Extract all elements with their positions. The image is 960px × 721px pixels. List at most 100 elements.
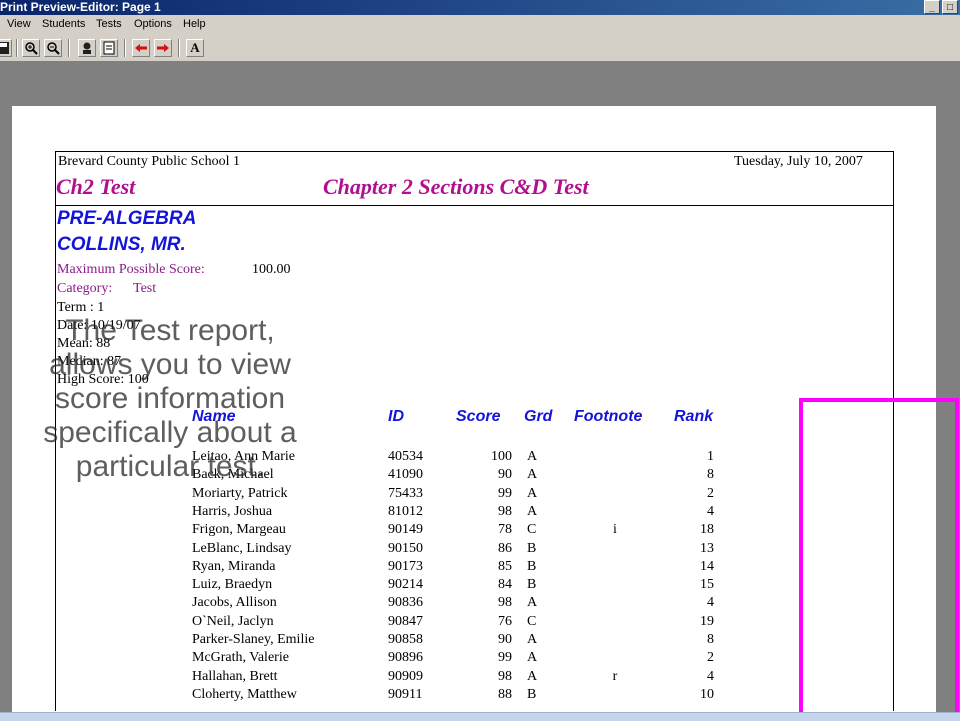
score: 99 — [498, 650, 512, 666]
student-id: 41090 — [388, 467, 423, 483]
grade: C — [527, 522, 537, 538]
grade: A — [527, 485, 538, 501]
score: 98 — [498, 503, 512, 519]
student-id: 81012 — [388, 503, 423, 519]
student-name: McGrath, Valerie — [192, 650, 289, 666]
grade: A — [527, 503, 538, 519]
student-id: 40534 — [388, 449, 423, 464]
student-name: Harris, Joshua — [192, 503, 273, 519]
column-header-rank: Rank — [674, 408, 714, 425]
score: 86 — [498, 540, 512, 556]
score: 90 — [498, 467, 512, 483]
toolbar-separator — [124, 39, 126, 57]
page-icon — [103, 41, 115, 55]
school-name: Brevard County Public School 1 — [58, 154, 240, 169]
zoom-in-button[interactable] — [22, 39, 40, 57]
page-button[interactable] — [100, 39, 118, 57]
student-name: Parker-Slaney, Emilie — [192, 632, 315, 647]
student-name: Cloherty, Matthew — [192, 686, 297, 702]
grade: A — [527, 595, 538, 611]
column-header-footnote: Footnote — [574, 408, 643, 425]
rank: 18 — [700, 522, 714, 538]
arrow-left-icon — [135, 44, 147, 52]
score: 84 — [498, 577, 512, 593]
score: 90 — [498, 632, 512, 647]
rank: 2 — [707, 650, 714, 666]
student-id: 90836 — [388, 595, 423, 611]
highlight-box — [799, 398, 959, 720]
student-id: 75433 — [388, 485, 423, 501]
zoom-out-button[interactable] — [44, 39, 62, 57]
previous-page-button[interactable] — [132, 39, 150, 57]
rank: 15 — [700, 577, 714, 593]
score: 98 — [498, 595, 512, 611]
score: 100 — [491, 449, 512, 464]
test-code: Ch2 Test — [56, 174, 136, 199]
score: 98 — [498, 668, 512, 684]
window-title: Print Preview-Editor: Page 1 — [0, 0, 161, 14]
student-name: Moriarty, Patrick — [192, 485, 288, 501]
student-id: 90909 — [388, 668, 423, 684]
grade: A — [527, 668, 538, 684]
menu-bar: View Students Tests Options Help — [0, 15, 960, 35]
zoom-out-icon — [47, 42, 60, 55]
score: 78 — [498, 522, 512, 538]
category-label: Category: — [57, 281, 113, 296]
toolbar-separator — [16, 39, 18, 57]
student-name: Frigon, Margeau — [192, 522, 286, 538]
category-value: Test — [133, 281, 157, 296]
score: 99 — [498, 485, 512, 501]
rank: 2 — [707, 485, 714, 501]
rank: 14 — [700, 558, 714, 574]
test-title: Chapter 2 Sections C&D Test — [323, 174, 589, 199]
max-score-label: Maximum Possible Score: — [57, 262, 205, 277]
column-header-grd: Grd — [524, 408, 553, 425]
menu-view[interactable]: View — [7, 18, 31, 30]
save-icon — [0, 42, 9, 54]
maximize-button[interactable]: □ — [942, 0, 958, 14]
menu-tests[interactable]: Tests — [96, 18, 122, 30]
rank: 8 — [707, 467, 714, 483]
zoom-in-icon — [25, 42, 38, 55]
annotation-text: The Test report, allows you to view scor… — [43, 314, 297, 483]
font-button-label: A — [190, 40, 200, 55]
toolbar-separator — [68, 39, 70, 57]
student-name: O`Neil, Jaclyn — [192, 613, 274, 629]
report-header-divider — [55, 205, 894, 206]
grade: A — [527, 632, 538, 647]
footnote: r — [612, 668, 618, 684]
student-name: Hallahan, Brett — [192, 668, 278, 684]
column-header-id: ID — [388, 408, 404, 425]
rank: 4 — [707, 595, 714, 611]
course-name: PRE-ALGEBRA — [57, 208, 197, 229]
grade: A — [527, 650, 538, 666]
menu-students[interactable]: Students — [42, 18, 85, 30]
font-button[interactable]: A — [186, 39, 204, 57]
student-id: 90149 — [388, 522, 423, 538]
grade: B — [527, 577, 537, 593]
student-id: 90847 — [388, 613, 423, 629]
footnote: i — [613, 522, 617, 538]
student-name: Luiz, Braedyn — [192, 577, 273, 593]
next-page-button[interactable] — [154, 39, 172, 57]
student-id: 90858 — [388, 632, 423, 647]
column-header-score: Score — [456, 408, 501, 425]
menu-help[interactable]: Help — [183, 18, 206, 30]
student-name: LeBlanc, Lindsay — [192, 540, 292, 556]
student-button[interactable] — [78, 39, 96, 57]
student-id: 90214 — [388, 577, 423, 593]
grade: B — [527, 558, 537, 574]
student-id: 90173 — [388, 558, 423, 574]
teacher-name: COLLINS, MR. — [57, 234, 186, 255]
window-titlebar: Print Preview-Editor: Page 1 _ □ — [0, 0, 960, 15]
minimize-icon: _ — [929, 2, 935, 13]
student-id: 90150 — [388, 540, 423, 556]
grade: C — [527, 613, 537, 629]
rank: 13 — [700, 540, 714, 556]
score: 76 — [498, 613, 512, 629]
grade: A — [527, 467, 538, 483]
menu-options[interactable]: Options — [134, 18, 172, 30]
save-button[interactable] — [0, 39, 12, 57]
minimize-button[interactable]: _ — [924, 0, 940, 14]
student-name: Jacobs, Allison — [192, 595, 277, 611]
